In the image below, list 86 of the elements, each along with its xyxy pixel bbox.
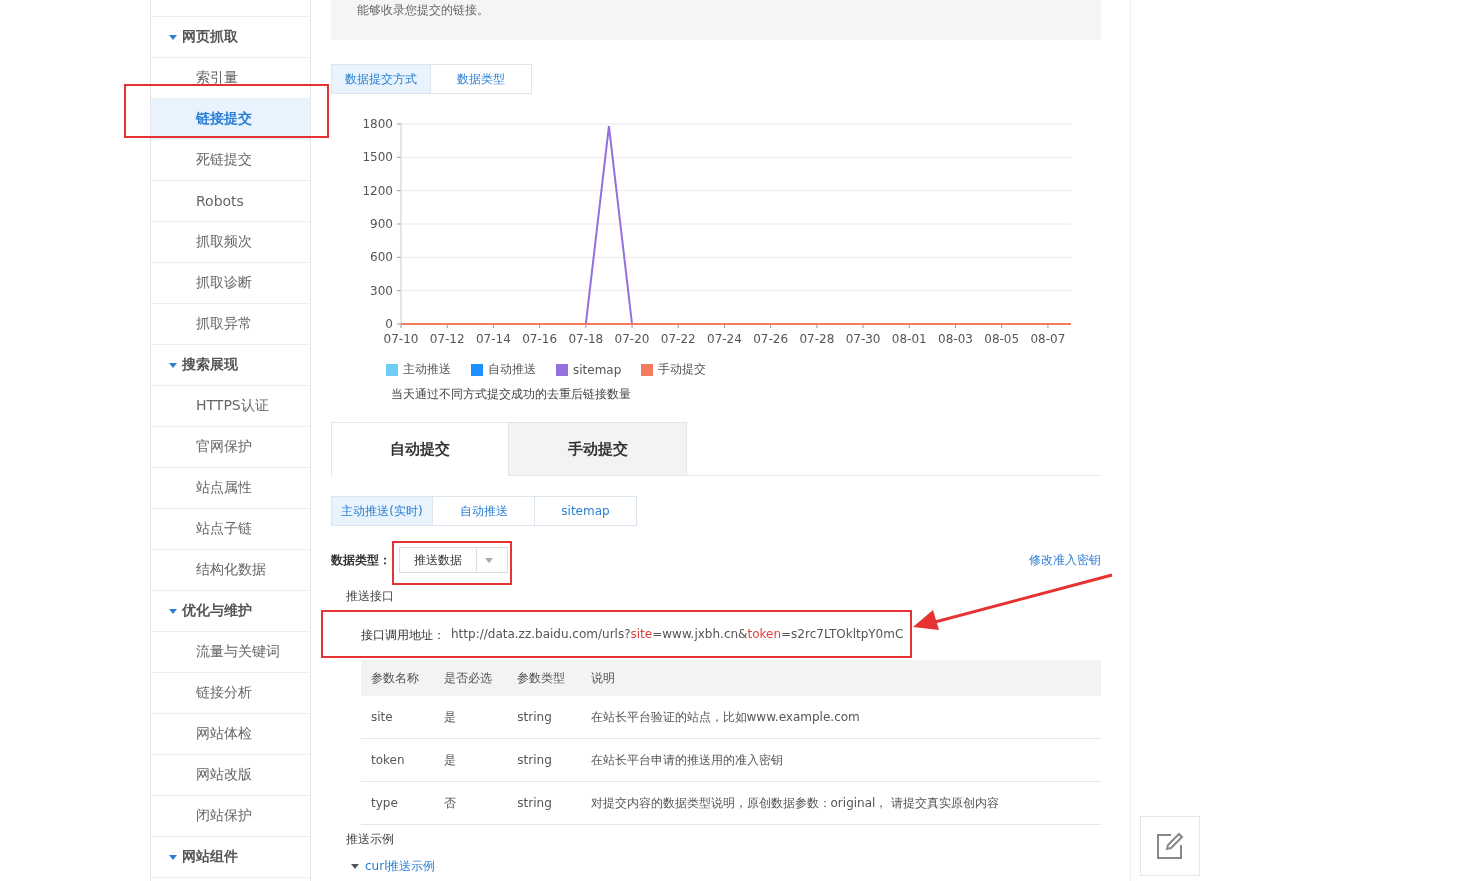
table-cell: 在站长平台验证的站点，比如www.example.com bbox=[580, 696, 1101, 739]
caret-icon bbox=[169, 854, 177, 860]
sidebar-item[interactable]: 网站体检 bbox=[151, 714, 310, 755]
table-cell: string bbox=[507, 738, 581, 782]
axis-label: 08-03 bbox=[938, 332, 973, 346]
axis-label: 1500 bbox=[362, 150, 393, 165]
sidebar-item[interactable]: 流量与关键词 bbox=[151, 632, 310, 673]
table-cell: site bbox=[361, 696, 435, 739]
chart-tab[interactable]: 数据类型 bbox=[431, 64, 532, 94]
sidebar-item[interactable]: 死链提交 bbox=[151, 140, 310, 181]
sidebar-item[interactable]: 闭站保护 bbox=[151, 796, 310, 837]
dropdown-icon bbox=[485, 557, 493, 563]
axis-label: 1200 bbox=[362, 183, 393, 198]
table-cell: string bbox=[507, 781, 581, 825]
submit-tab[interactable]: 自动提交 bbox=[331, 422, 509, 476]
table-cell: 否 bbox=[434, 781, 508, 825]
axis-label: 07-16 bbox=[522, 332, 558, 346]
api-url: http://data.zz.baidu.com/urls?site=www.jxbh.cn&token=s2rc7LTOkltpY0mC bbox=[451, 627, 904, 643]
column-header: 参数类型 bbox=[507, 660, 581, 696]
change-key-link[interactable]: 修改准入密钥 bbox=[1029, 551, 1101, 569]
data-type-select[interactable]: 推送数据 bbox=[399, 547, 508, 573]
sidebar-item[interactable]: 抓取异常 bbox=[151, 304, 310, 345]
axis-label: 07-26 bbox=[753, 332, 789, 346]
sidebar-item[interactable]: 抓取诊断 bbox=[151, 263, 310, 304]
sidebar-item[interactable]: 链接提交 bbox=[151, 99, 310, 140]
column-header: 说明 bbox=[580, 660, 1101, 696]
submit-tab[interactable]: 手动提交 bbox=[509, 422, 687, 475]
sidebar-group[interactable]: 网站组件 bbox=[151, 837, 310, 878]
table-cell: token bbox=[361, 738, 435, 782]
axis-label: 07-14 bbox=[476, 332, 511, 346]
legend-label: sitemap bbox=[573, 362, 622, 377]
legend-label: 主动推送 bbox=[403, 361, 451, 378]
table-cell: string bbox=[507, 696, 581, 739]
axis-label: 08-05 bbox=[984, 332, 1020, 346]
method-tab[interactable]: sitemap bbox=[535, 496, 637, 526]
sidebar-item[interactable]: 站点属性 bbox=[151, 468, 310, 509]
field-label: 接口调用地址： bbox=[361, 627, 445, 644]
method-tab[interactable]: 自动推送 bbox=[433, 496, 535, 526]
axis-label: 07-10 bbox=[383, 332, 419, 346]
caret-icon bbox=[169, 34, 177, 40]
axis-label: 08-07 bbox=[1030, 332, 1066, 346]
example-link[interactable]: curl推送示例 bbox=[365, 858, 436, 875]
table-cell: type bbox=[361, 781, 435, 825]
sidebar-item[interactable]: 链接分析 bbox=[151, 673, 310, 714]
sidebar-item[interactable]: 站点子链 bbox=[151, 509, 310, 550]
axis-label: 07-24 bbox=[707, 332, 742, 346]
sidebar-group[interactable]: 网页抓取 bbox=[151, 17, 310, 58]
axis-label: 0 bbox=[385, 317, 393, 331]
caret-icon bbox=[169, 362, 177, 368]
table-cell: 在站长平台申请的推送用的准入密钥 bbox=[580, 738, 1101, 782]
table-cell: 是 bbox=[434, 696, 508, 739]
chart-caption: 当天通过不同方式提交成功的去重后链接数量 bbox=[391, 386, 632, 403]
section-title: 推送接口 bbox=[346, 588, 395, 605]
axis-label: 07-22 bbox=[660, 332, 696, 346]
axis-label: 1800 bbox=[362, 117, 393, 131]
axis-label: 600 bbox=[370, 250, 393, 265]
caret-icon bbox=[169, 608, 177, 614]
edit-button[interactable] bbox=[1140, 816, 1200, 876]
field-label: 数据类型： bbox=[331, 551, 391, 569]
axis-label: 08-01 bbox=[891, 332, 927, 346]
axis-label: 07-30 bbox=[845, 332, 881, 346]
chart-tab[interactable]: 数据提交方式 bbox=[331, 64, 431, 94]
sidebar-item[interactable]: HTTPS认证 bbox=[151, 386, 310, 427]
axis-label: 07-20 bbox=[614, 332, 650, 346]
column-header: 参数名称 bbox=[361, 660, 435, 696]
edit-icon bbox=[1155, 831, 1185, 861]
table-cell: 对提交内容的数据类型说明，原创数据参数：original， 请提交真实原创内容 bbox=[580, 781, 1101, 825]
axis-label: 07-28 bbox=[799, 332, 835, 346]
column-header: 是否必选 bbox=[434, 660, 508, 696]
sidebar-group[interactable]: 搜索展现 bbox=[151, 345, 310, 386]
axis-label: 07-18 bbox=[568, 332, 604, 346]
sidebar-item[interactable]: 官网保护 bbox=[151, 427, 310, 468]
sidebar-item[interactable]: 结构化数据 bbox=[151, 550, 310, 591]
section-title: 推送示例 bbox=[346, 831, 395, 848]
sidebar-group[interactable]: 优化与维护 bbox=[151, 591, 310, 632]
axis-label: 900 bbox=[370, 217, 393, 231]
sidebar-item[interactable]: 网站改版 bbox=[151, 755, 310, 796]
table-cell: 是 bbox=[434, 738, 508, 782]
axis-label: 300 bbox=[370, 283, 393, 298]
sidebar-item[interactable]: 抓取频次 bbox=[151, 222, 310, 263]
sidebar-item[interactable]: Robots bbox=[151, 181, 310, 222]
legend-label: 手动提交 bbox=[658, 361, 707, 378]
axis-label: 07-12 bbox=[429, 332, 465, 346]
legend-label: 自动推送 bbox=[488, 361, 536, 378]
method-tab[interactable]: 主动推送(实时) bbox=[331, 496, 433, 526]
notice-text: 能够收录您提交的链接。 bbox=[357, 2, 489, 18]
